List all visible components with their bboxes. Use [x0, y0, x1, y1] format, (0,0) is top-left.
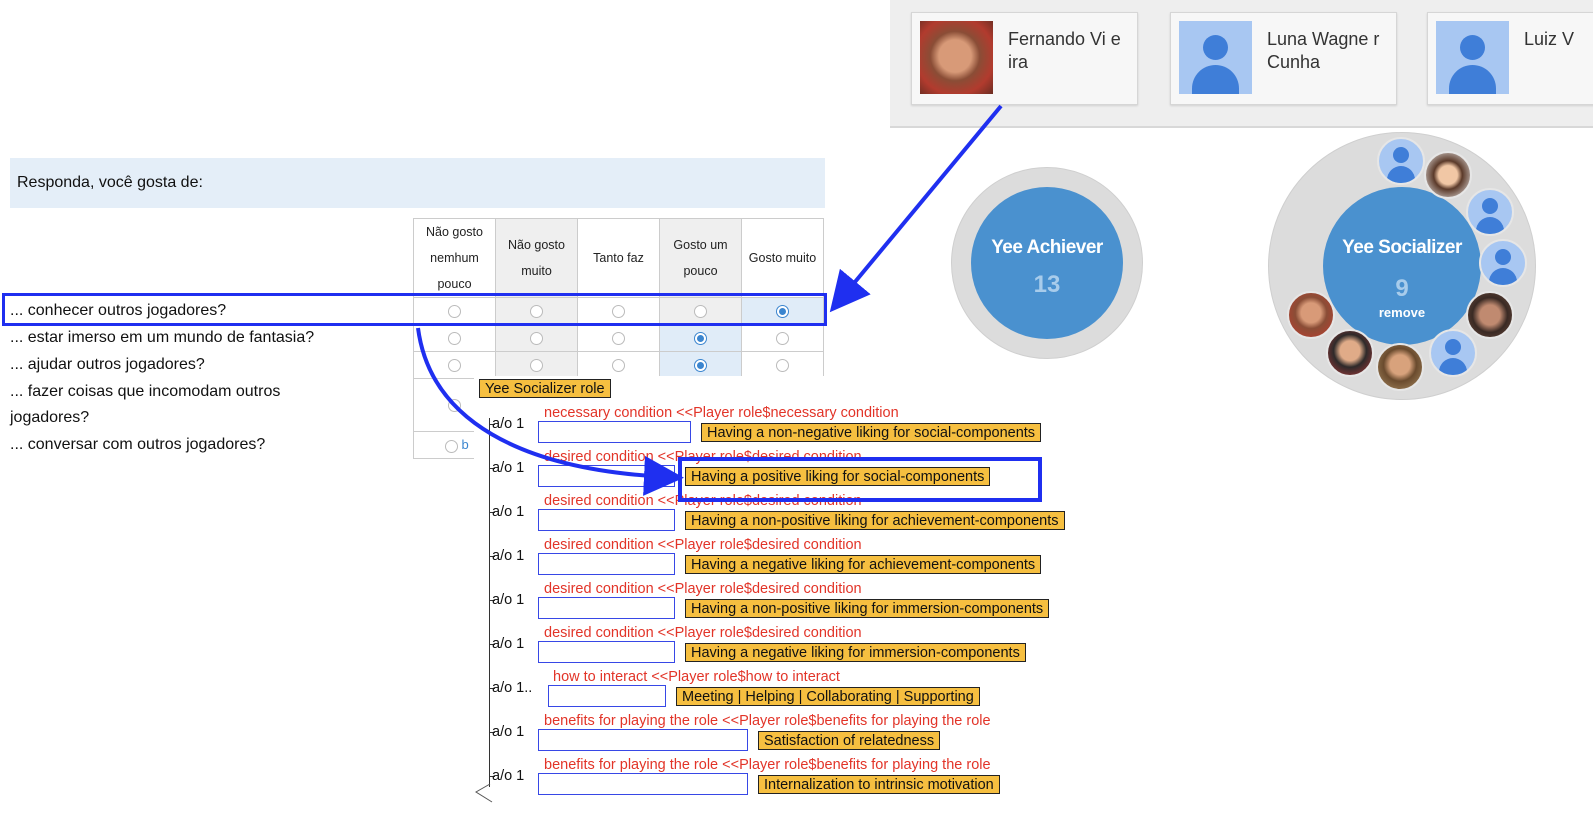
arrow-contact-to-question	[829, 104, 1003, 313]
arrow-question-to-value	[416, 327, 684, 496]
annotation-arrows	[416, 104, 1003, 803]
tree-end-mark	[475, 783, 493, 803]
